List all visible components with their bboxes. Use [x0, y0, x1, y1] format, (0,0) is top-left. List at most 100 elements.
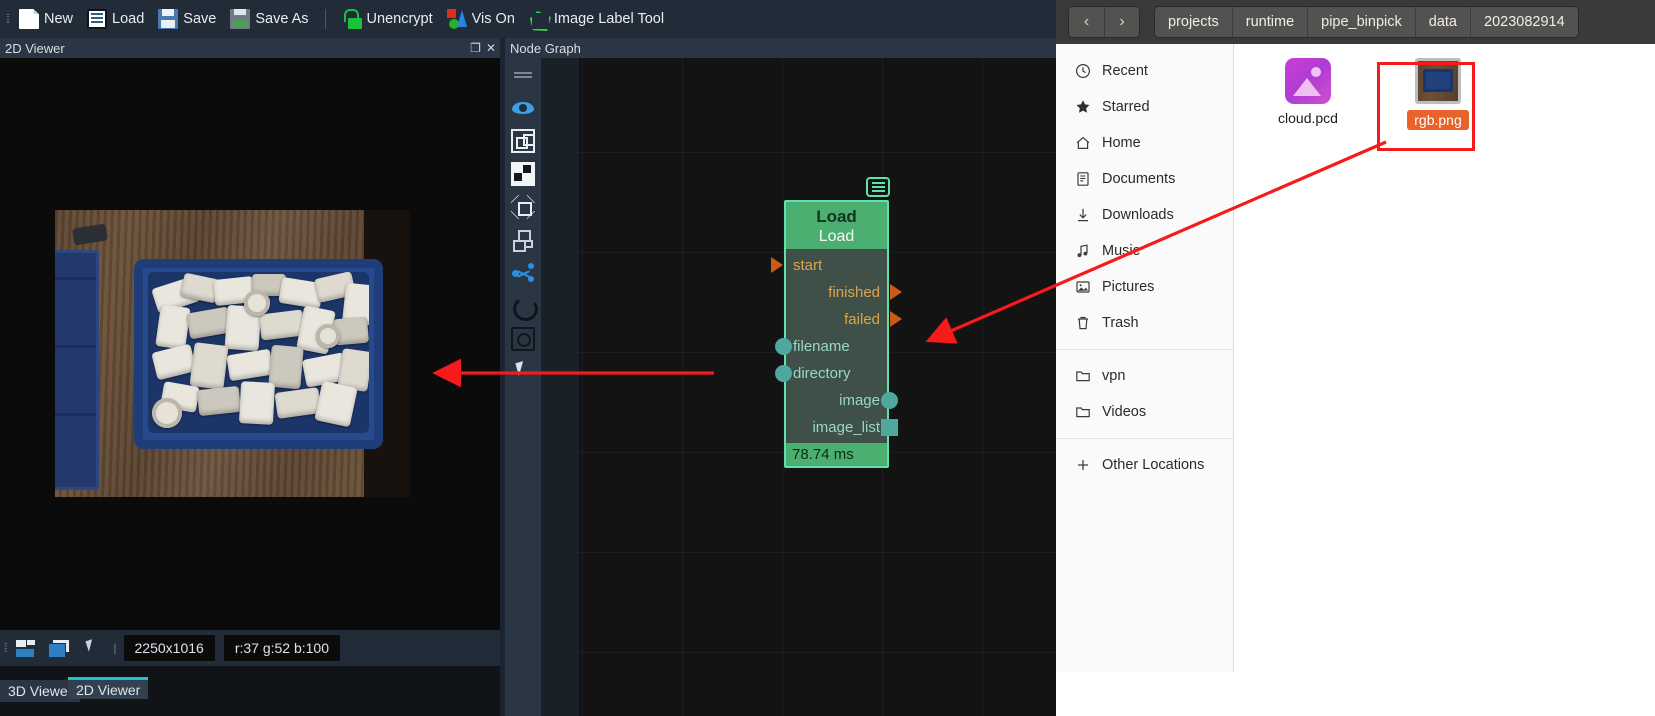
node-graph-canvas[interactable]: Load Load start finished failed filename…	[541, 58, 1056, 716]
floppy-save-as-icon	[230, 9, 251, 29]
group-box-icon[interactable]	[511, 129, 535, 153]
2d-viewer-statusbar: ⦙⦙ | 2250x1016 r:37 g:52 b:100	[0, 630, 500, 666]
pointer-icon[interactable]	[511, 360, 535, 384]
save-as-button-label: Save As	[255, 11, 309, 27]
refresh-icon[interactable]	[511, 294, 535, 318]
polygon-icon	[529, 9, 549, 29]
2d-viewer-canvas[interactable]	[0, 58, 500, 630]
image-label-tool-button[interactable]: Image Label Tool	[522, 4, 671, 34]
navigation-buttons: ‹ ›	[1068, 6, 1140, 38]
copy-layers-icon[interactable]	[47, 638, 71, 658]
node-arrange-icon[interactable]	[511, 162, 535, 186]
breadcrumb-runtime[interactable]: runtime	[1231, 7, 1308, 37]
load-document-icon	[87, 9, 108, 29]
pointer-icon[interactable]	[80, 638, 104, 658]
2d-viewer-title: 2D Viewer	[5, 40, 65, 56]
sidebar-item-downloads[interactable]: Downloads	[1056, 197, 1233, 233]
port-row-directory[interactable]: directory	[775, 360, 887, 387]
file-name-rgb-png: rgb.png	[1407, 110, 1469, 130]
save-button-label: Save	[183, 11, 217, 27]
eye-visibility-icon[interactable]	[511, 96, 535, 120]
file-manager-sidebar: Recent Starred Home Documents Downloads …	[1056, 44, 1234, 672]
sidebar-item-documents[interactable]: Documents	[1056, 161, 1233, 197]
sidebar-item-pictures[interactable]: Pictures	[1056, 269, 1233, 305]
breadcrumb-timestamp[interactable]: 2023082914	[1470, 7, 1578, 37]
sidebar-item-trash[interactable]: Trash	[1056, 305, 1233, 341]
sidebar-label-home: Home	[1102, 135, 1141, 151]
clock-icon	[1074, 63, 1091, 80]
tab-3d-viewer-label: 3D Viewer	[8, 683, 73, 699]
floppy-save-icon	[158, 9, 179, 29]
restore-icon[interactable]: ❐	[470, 42, 481, 54]
sidebar-label-videos: Videos	[1102, 404, 1147, 420]
file-item-cloud-pcd[interactable]: cloud.pcd	[1258, 58, 1358, 130]
save-as-button[interactable]: Save As	[223, 4, 315, 34]
main-toolbar: ⦙⦙ New Load Save Save As Unencrypt Vis O…	[0, 0, 1056, 38]
breadcrumb-projects[interactable]: projects	[1155, 7, 1232, 37]
png-thumbnail-icon	[1415, 58, 1461, 104]
vis-on-button[interactable]: Vis On	[440, 4, 522, 34]
load-button[interactable]: Load	[80, 4, 151, 34]
breadcrumb: projects runtime pipe_binpick data 20230…	[1154, 6, 1579, 38]
node-graph-toolbar	[505, 58, 541, 716]
2d-viewer-header: 2D Viewer ❐ ✕	[0, 38, 500, 58]
2d-viewer-panel: 2D Viewer ❐ ✕ ⦙⦙ | 2250x1016 r:37 g:52 b…	[0, 38, 500, 716]
sidebar-item-music[interactable]: Music	[1056, 233, 1233, 269]
port-row-failed[interactable]: failed	[786, 306, 902, 333]
sidebar-label-pictures: Pictures	[1102, 279, 1155, 295]
file-manager-header: ‹ › projects runtime pipe_binpick data 2…	[1056, 0, 1655, 44]
screenshot-icon[interactable]	[511, 327, 535, 351]
viewer-tabbar: 3D Viewer 2D Viewer	[0, 666, 500, 716]
snap-to-grid-icon[interactable]	[511, 195, 535, 219]
load-node[interactable]: Load Load start finished failed filename…	[771, 200, 902, 468]
sidebar-label-vpn: vpn	[1102, 368, 1126, 384]
close-icon[interactable]: ✕	[486, 42, 496, 54]
file-item-rgb-png[interactable]: rgb.png	[1388, 58, 1488, 130]
unencrypt-button[interactable]: Unencrypt	[335, 4, 440, 34]
breadcrumb-pipe-binpick[interactable]: pipe_binpick	[1307, 7, 1415, 37]
breadcrumb-data[interactable]: data	[1414, 7, 1470, 37]
load-node-runtime: 78.74 ms	[786, 442, 887, 466]
unencrypt-button-label: Unencrypt	[366, 11, 433, 27]
graph-left-gutter	[541, 58, 579, 716]
drag-handle-icon[interactable]	[511, 63, 535, 87]
sidebar-item-recent[interactable]: Recent	[1056, 53, 1233, 89]
node-graph-header: Node Graph	[505, 38, 1056, 58]
3d-shapes-icon	[446, 9, 467, 29]
new-button[interactable]: New	[12, 4, 80, 34]
port-row-image-list[interactable]: image_list	[786, 414, 898, 441]
sidebar-label-recent: Recent	[1102, 63, 1148, 79]
file-manager-filelist[interactable]: cloud.pcd rgb.png	[1234, 44, 1655, 672]
folder-icon	[1074, 368, 1091, 385]
sidebar-item-other-locations[interactable]: Other Locations	[1056, 447, 1233, 483]
node-menu-icon[interactable]	[866, 177, 890, 197]
port-label-image: image	[839, 391, 880, 409]
data-output-list-socket-icon	[881, 418, 898, 436]
tab-2d-viewer[interactable]: 2D Viewer	[68, 677, 149, 699]
statusbar-separator: |	[113, 641, 116, 655]
pixel-color-label: r:37 g:52 b:100	[223, 635, 340, 661]
back-button[interactable]: ‹	[1069, 7, 1104, 37]
grid-layout-icon[interactable]	[511, 228, 535, 252]
port-row-finished[interactable]: finished	[786, 279, 902, 306]
sidebar-item-videos[interactable]: Videos	[1056, 394, 1233, 430]
statusbar-drag-handle[interactable]: ⦙⦙	[4, 641, 8, 656]
toolbar-drag-handle[interactable]: ⦙⦙	[2, 8, 12, 30]
layers-icon[interactable]	[14, 638, 38, 658]
connect-nodes-icon[interactable]	[511, 261, 535, 285]
port-label-start: start	[793, 256, 823, 274]
port-row-filename[interactable]: filename	[775, 333, 887, 360]
load-button-label: Load	[112, 11, 145, 27]
sidebar-item-home[interactable]: Home	[1056, 125, 1233, 161]
vis-on-button-label: Vis On	[471, 11, 515, 27]
port-row-start[interactable]: start	[771, 252, 887, 279]
sidebar-item-starred[interactable]: Starred	[1056, 89, 1233, 125]
port-label-directory: directory	[793, 364, 851, 382]
sidebar-item-vpn[interactable]: vpn	[1056, 358, 1233, 394]
home-icon	[1074, 135, 1091, 152]
port-row-image[interactable]: image	[786, 387, 898, 414]
forward-button[interactable]: ›	[1104, 7, 1139, 37]
data-input-socket-icon	[775, 337, 792, 355]
application-root: ⦙⦙ New Load Save Save As Unencrypt Vis O…	[0, 0, 1655, 716]
save-button[interactable]: Save	[151, 4, 223, 34]
